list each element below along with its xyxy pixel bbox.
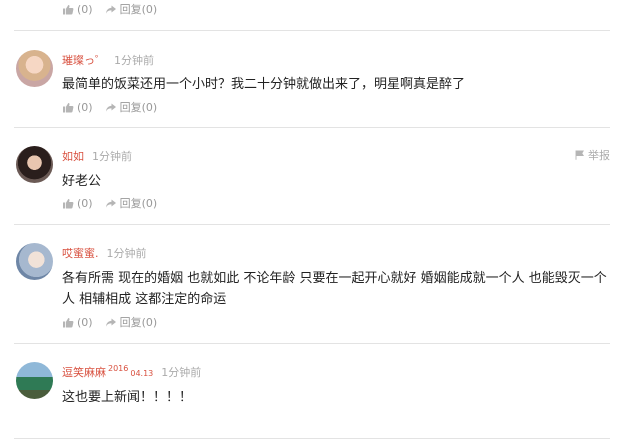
avatar[interactable] — [16, 146, 53, 183]
thumbs-up-icon — [62, 102, 74, 113]
divider — [14, 343, 610, 344]
avatar[interactable] — [16, 243, 53, 280]
comment-actions: (0) 回复(0) — [62, 99, 169, 115]
avatar[interactable] — [16, 362, 53, 399]
previous-comment-actions: (0) 回复(0) — [62, 1, 169, 17]
reply-arrow-icon — [105, 102, 117, 113]
username[interactable]: 逗笑麻麻 — [62, 364, 106, 380]
reply-label: 回复(0) — [119, 316, 158, 329]
flag-icon — [575, 150, 585, 160]
divider — [14, 438, 610, 439]
thumbs-up-icon — [62, 4, 74, 15]
like-count: (0) — [77, 315, 93, 329]
like-button[interactable]: (0) — [62, 3, 93, 16]
comment-text: 这也要上新闻！！！！ — [62, 390, 193, 405]
username[interactable]: 璀璨っ゜ — [62, 52, 106, 68]
comment-text: 各有所需 现在的婚姻 也就如此 不论年龄 只要在一起开心就好 婚姻能成就一个人 … — [62, 268, 614, 310]
badge-year: 2016 — [108, 364, 129, 373]
reply-button[interactable]: 回复(0) — [105, 195, 158, 211]
comment-text-line: 人 相辅相成 这都注定的命运 — [62, 292, 227, 307]
timestamp: 1分钟前 — [114, 54, 154, 67]
like-button[interactable]: (0) — [62, 197, 93, 210]
username[interactable]: 哎蜜蜜. — [62, 245, 99, 261]
like-count: (0) — [77, 100, 93, 114]
like-count: (0) — [77, 2, 93, 16]
divider — [14, 224, 610, 225]
reply-arrow-icon — [105, 198, 117, 209]
username[interactable]: 如如 — [62, 148, 84, 164]
comment-text-line: 各有所需 现在的婚姻 也就如此 不论年龄 只要在一起开心就好 婚姻能成就一个人 … — [62, 271, 607, 286]
comment-meta: 如如 1分钟前 — [62, 148, 132, 164]
comment-meta: 哎蜜蜜. 1分钟前 — [62, 245, 147, 261]
comment-meta: 逗笑麻麻 2016 04.13 1分钟前 — [62, 364, 201, 380]
reply-arrow-icon — [105, 317, 117, 328]
timestamp: 1分钟前 — [92, 150, 132, 163]
report-label: 举报 — [588, 149, 610, 162]
reply-button[interactable]: 回复(0) — [105, 1, 158, 17]
reply-arrow-icon — [105, 4, 117, 15]
timestamp: 1分钟前 — [161, 366, 202, 379]
like-count: (0) — [77, 196, 93, 210]
reply-button[interactable]: 回复(0) — [105, 314, 158, 330]
comment-actions: (0) 回复(0) — [62, 195, 169, 211]
thumbs-up-icon — [62, 198, 74, 209]
divider — [14, 30, 610, 31]
comment-meta: 璀璨っ゜ 1分钟前 — [62, 52, 154, 68]
timestamp: 1分钟前 — [106, 247, 147, 260]
report-button[interactable]: 举报 — [575, 147, 610, 163]
divider — [14, 127, 610, 128]
reply-label: 回复(0) — [119, 101, 158, 114]
comment-text: 最简单的饭菜还用一个小时？我二十分钟就做出来了，明星啊真是醉了 — [62, 77, 466, 92]
reply-label: 回复(0) — [119, 3, 158, 16]
like-button[interactable]: (0) — [62, 101, 93, 114]
badge-date: 04.13 — [130, 369, 154, 378]
avatar[interactable] — [16, 50, 53, 87]
reply-label: 回复(0) — [119, 197, 158, 210]
thumbs-up-icon — [62, 317, 74, 328]
comment-text: 好老公 — [62, 174, 102, 189]
like-button[interactable]: (0) — [62, 316, 93, 329]
comment-actions: (0) 回复(0) — [62, 314, 169, 330]
reply-button[interactable]: 回复(0) — [105, 99, 158, 115]
